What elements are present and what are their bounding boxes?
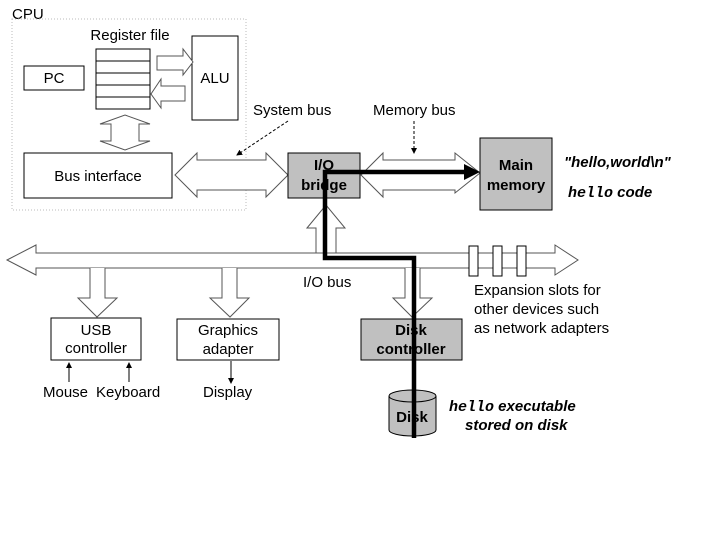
main-memory-label-1: Main [499, 157, 533, 174]
usb-label-1: USB [81, 322, 112, 339]
usb-label-2: controller [65, 340, 127, 357]
display-label: Display [203, 384, 253, 401]
code-text: code [613, 184, 652, 201]
expansion-text-2: other devices such [474, 301, 599, 318]
alu-to-regfile-arrow [150, 77, 186, 110]
system-bus-arrow [174, 151, 289, 199]
disk-controller-label-2: controller [376, 341, 445, 358]
register-file-label: Register file [90, 27, 169, 44]
stored-on-disk-label: stored on disk [465, 417, 568, 434]
hello-code-label: hello code [568, 184, 652, 202]
disk-controller-label-1: Disk [395, 322, 427, 339]
graphics-label-1: Graphics [198, 322, 258, 339]
mouse-label: Mouse [43, 384, 88, 401]
memory-bus-arrow [360, 151, 481, 199]
executable-text: executable [494, 398, 576, 415]
expansion-text-1: Expansion slots for [474, 282, 601, 299]
regfile-bus-arrow [99, 114, 151, 151]
cpu-label: CPU [12, 6, 44, 23]
hello-executable-label: hello executable [449, 398, 576, 416]
hello-world-string: "hello,world\n" [564, 154, 672, 171]
register-file [95, 48, 151, 110]
main-memory-box [479, 137, 553, 211]
expansion-text-3: as network adapters [474, 320, 609, 337]
pc-label: PC [44, 70, 65, 87]
hello-mono: hello [568, 185, 613, 202]
hello-mono-2: hello [449, 399, 494, 416]
system-bus-pointer [236, 120, 289, 156]
bus-interface-label: Bus interface [54, 168, 142, 185]
memory-bus-label: Memory bus [373, 102, 456, 119]
expansion-slots [468, 245, 527, 277]
keyboard-label: Keyboard [96, 384, 160, 401]
diagram-canvas: CPU Register file PC ALU Bus interface S… [5, 6, 672, 438]
system-bus-label: System bus [253, 102, 331, 119]
main-memory-label-2: memory [487, 177, 546, 194]
hardware-organization-diagram: CPU Register file PC ALU Bus interface S… [0, 0, 720, 540]
graphics-label-2: adapter [203, 341, 254, 358]
usb-drop-arrow [76, 268, 119, 318]
regfile-to-alu-arrow [156, 47, 194, 77]
graphics-drop-arrow [208, 268, 251, 318]
alu-label: ALU [200, 70, 229, 87]
io-bus-label: I/O bus [303, 274, 351, 291]
